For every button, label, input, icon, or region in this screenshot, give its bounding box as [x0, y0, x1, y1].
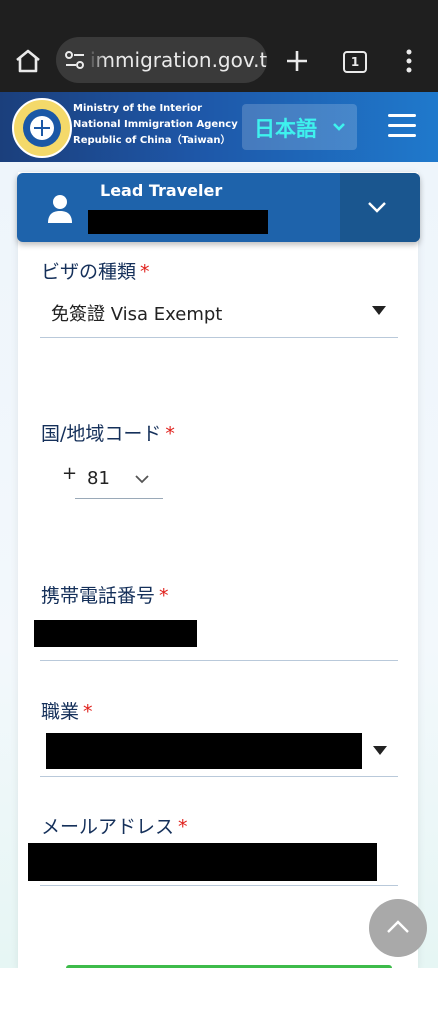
agency-line-country: Republic of China（Taiwan）	[73, 135, 231, 146]
required-mark: *	[140, 261, 150, 283]
country-code-label-text: 国/地域コード	[41, 423, 162, 445]
email-underline	[40, 885, 398, 886]
hamburger-menu-icon[interactable]	[388, 114, 416, 138]
required-mark: *	[165, 423, 175, 445]
email-label: メールアドレス *	[41, 812, 188, 839]
agency-seal-logo[interactable]	[12, 98, 72, 158]
person-icon	[48, 195, 72, 223]
country-code-plus: +	[62, 463, 78, 484]
mobile-label: 携帯電話番号 *	[41, 581, 169, 608]
occupation-label: 職業 *	[41, 697, 93, 724]
visa-type-label-text: ビザの種類	[41, 261, 137, 283]
mobile-label-text: 携帯電話番号	[41, 585, 156, 607]
back-to-top-button[interactable]	[369, 899, 427, 957]
language-label: 日本語	[254, 117, 317, 141]
country-code-label: 国/地域コード *	[41, 419, 175, 446]
tune-icon[interactable]	[64, 51, 86, 69]
agency-line-agency: National Immigration Agency	[73, 119, 238, 130]
mobile-underline	[40, 660, 398, 661]
lead-traveler-header[interactable]: Lead Traveler	[17, 173, 420, 242]
chevron-up-icon	[387, 920, 409, 933]
url-text[interactable]: immigration.gov.tw	[90, 48, 267, 72]
caret-down-icon[interactable]	[373, 746, 387, 755]
mobile-input-redacted[interactable]	[34, 620, 197, 647]
tabs-icon[interactable]: 1	[343, 51, 367, 73]
visa-type-select[interactable]: 免簽證 Visa Exempt	[51, 300, 222, 326]
agency-name[interactable]: Ministry of the Interior National Immigr…	[73, 101, 238, 149]
expand-toggle[interactable]	[340, 173, 420, 242]
agency-line-ministry: Ministry of the Interior	[73, 103, 203, 114]
redacted-traveler-name	[88, 210, 268, 234]
plus-icon[interactable]	[284, 48, 310, 74]
kebab-menu-icon[interactable]	[402, 48, 416, 74]
occupation-underline	[40, 776, 398, 777]
required-mark: *	[178, 816, 188, 838]
chevron-down-icon	[333, 123, 345, 131]
email-input-redacted[interactable]	[28, 843, 377, 881]
language-selector[interactable]: 日本語	[242, 104, 357, 150]
lead-traveler-title: Lead Traveler	[100, 181, 223, 200]
site-header: Ministry of the Interior National Immigr…	[0, 92, 438, 162]
chevron-down-icon	[368, 202, 386, 213]
chevron-down-icon[interactable]	[135, 475, 149, 484]
required-mark: *	[159, 585, 169, 607]
visa-type-label: ビザの種類 *	[41, 257, 150, 284]
browser-toolbar: immigration.gov.tw 1	[0, 0, 438, 92]
country-code-underline	[75, 498, 163, 499]
occupation-select-redacted[interactable]	[46, 733, 362, 769]
country-code-select[interactable]: 81	[87, 468, 110, 489]
caret-down-icon[interactable]	[372, 306, 386, 315]
email-label-text: メールアドレス	[41, 816, 175, 838]
visa-type-underline	[40, 337, 398, 338]
home-icon[interactable]	[14, 48, 42, 74]
address-bar[interactable]: immigration.gov.tw	[56, 37, 267, 83]
required-mark: *	[83, 701, 93, 723]
occupation-label-text: 職業	[41, 701, 80, 723]
url-fade	[88, 37, 106, 83]
bottom-area	[0, 968, 438, 1024]
